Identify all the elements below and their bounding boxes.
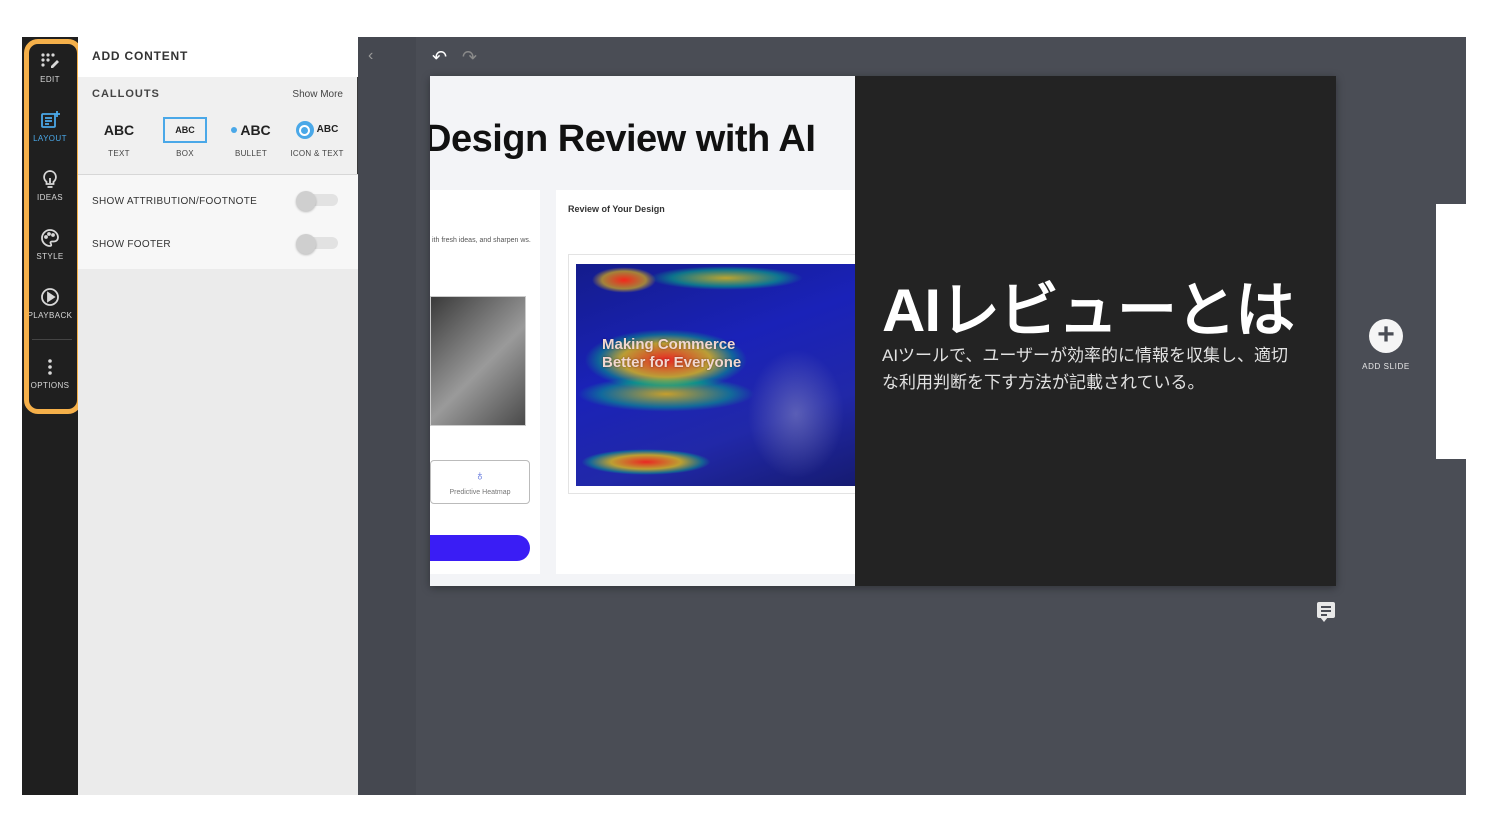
edit-icon (41, 53, 59, 68)
camera-icon (295, 121, 314, 139)
more-vertical-icon (48, 359, 52, 375)
heatmap-headline: Making Commerce Better for Everyone (602, 336, 742, 371)
rail-label: LAYOUT (33, 134, 67, 143)
callout-bullet[interactable]: ABC BULLET (221, 119, 281, 167)
callout-label: ICON & TEXT (290, 149, 344, 158)
section-title: CALLOUTS (92, 88, 160, 100)
add-slide-label: ADD SLIDE (1362, 362, 1410, 371)
play-icon (41, 288, 59, 306)
screenshot-left-text: ith fresh ideas, and sharpen ws. (432, 237, 531, 244)
attribution-toggle[interactable] (296, 191, 338, 211)
predictive-heatmap-tile: ♁ Predictive Heatmap (430, 460, 530, 504)
add-slide-button[interactable]: + ADD SLIDE (1362, 319, 1410, 372)
slide-canvas[interactable]: Design Review with AI ith fresh ideas, a… (430, 76, 1336, 586)
screenshot-card-title: Review of Your Design (568, 204, 665, 214)
rail-label: STYLE (36, 252, 64, 261)
callout-label: BULLET (234, 149, 268, 158)
footer-option-label: SHOW FOOTER (92, 239, 171, 250)
add-content-panel: ADD CONTENT CALLOUTS Show More ABC TEXT … (78, 37, 358, 795)
callout-box[interactable]: ABC BOX (155, 117, 215, 167)
rail-divider (32, 339, 72, 340)
redo-icon[interactable]: ↷ (462, 47, 477, 68)
collapse-panel-icon[interactable]: ‹ (368, 47, 373, 65)
editor-app: EDIT LAYOUT IDEAS STYLE PLAYBACK OPTIONS… (22, 37, 1466, 795)
panel-title: ADD CONTENT (92, 49, 189, 63)
rail-label: PLAYBACK (27, 311, 73, 320)
palette-icon (41, 229, 59, 247)
heatmap-image: Making Commerce Better for Everyone (576, 264, 855, 486)
slide-body-text[interactable]: AIツールで、ユーザーが効率的に情報を収集し、適切な利用判断を下す方法が記載され… (882, 342, 1302, 396)
callout-label: BOX (176, 149, 194, 158)
canvas-gutter (358, 37, 416, 795)
attribution-option-label: SHOW ATTRIBUTION/FOOTNOTE (92, 196, 258, 207)
icon-rail: EDIT LAYOUT IDEAS STYLE PLAYBACK OPTIONS (22, 37, 82, 795)
slide-screenshot-image[interactable]: Design Review with AI ith fresh ideas, a… (430, 76, 855, 586)
comment-icon[interactable] (1317, 602, 1335, 622)
rail-label: OPTIONS (30, 381, 70, 390)
screenshot-cta-button (430, 535, 530, 561)
add-slide-plus-icon: + (1369, 319, 1403, 353)
layout-icon (41, 111, 60, 128)
callout-text[interactable]: ABC TEXT (89, 119, 149, 167)
bullet-dot-icon (231, 127, 238, 133)
rail-item-ideas[interactable]: IDEAS (22, 169, 78, 221)
predictive-heatmap-label: Predictive Heatmap (449, 489, 511, 496)
screenshot-title: Design Review with AI (430, 118, 816, 160)
callout-icon-text[interactable]: ABC ICON & TEXT (287, 119, 347, 167)
callout-sample: ABC (103, 122, 135, 138)
flame-icon: ♁ (474, 467, 486, 483)
slide-title[interactable]: AIレビューとは (882, 262, 1295, 349)
screenshot-photo (430, 296, 526, 426)
callout-sample: ABC (316, 124, 339, 135)
callout-label: TEXT (108, 149, 130, 158)
lightbulb-icon (43, 170, 57, 188)
rail-item-edit[interactable]: EDIT (22, 51, 78, 103)
rail-item-playback[interactable]: PLAYBACK (22, 287, 78, 339)
callout-sample: ABC (240, 122, 271, 138)
show-more-link[interactable]: Show More (292, 89, 343, 100)
rail-item-layout[interactable]: LAYOUT (22, 110, 78, 162)
next-slide-thumbnail[interactable] (1436, 204, 1466, 459)
undo-icon[interactable]: ↶ (432, 47, 447, 68)
screenshot-left-card: ith fresh ideas, and sharpen ws. ♁ Predi… (430, 190, 540, 574)
rail-label: EDIT (40, 75, 60, 84)
rail-item-style[interactable]: STYLE (22, 228, 78, 280)
rail-item-options[interactable]: OPTIONS (22, 357, 78, 409)
panel-empty-area (78, 269, 358, 795)
rail-label: IDEAS (36, 193, 63, 202)
callout-sample: ABC (175, 125, 195, 135)
footer-toggle[interactable] (296, 234, 338, 254)
options-section: SHOW ATTRIBUTION/FOOTNOTE SHOW FOOTER (78, 175, 358, 269)
